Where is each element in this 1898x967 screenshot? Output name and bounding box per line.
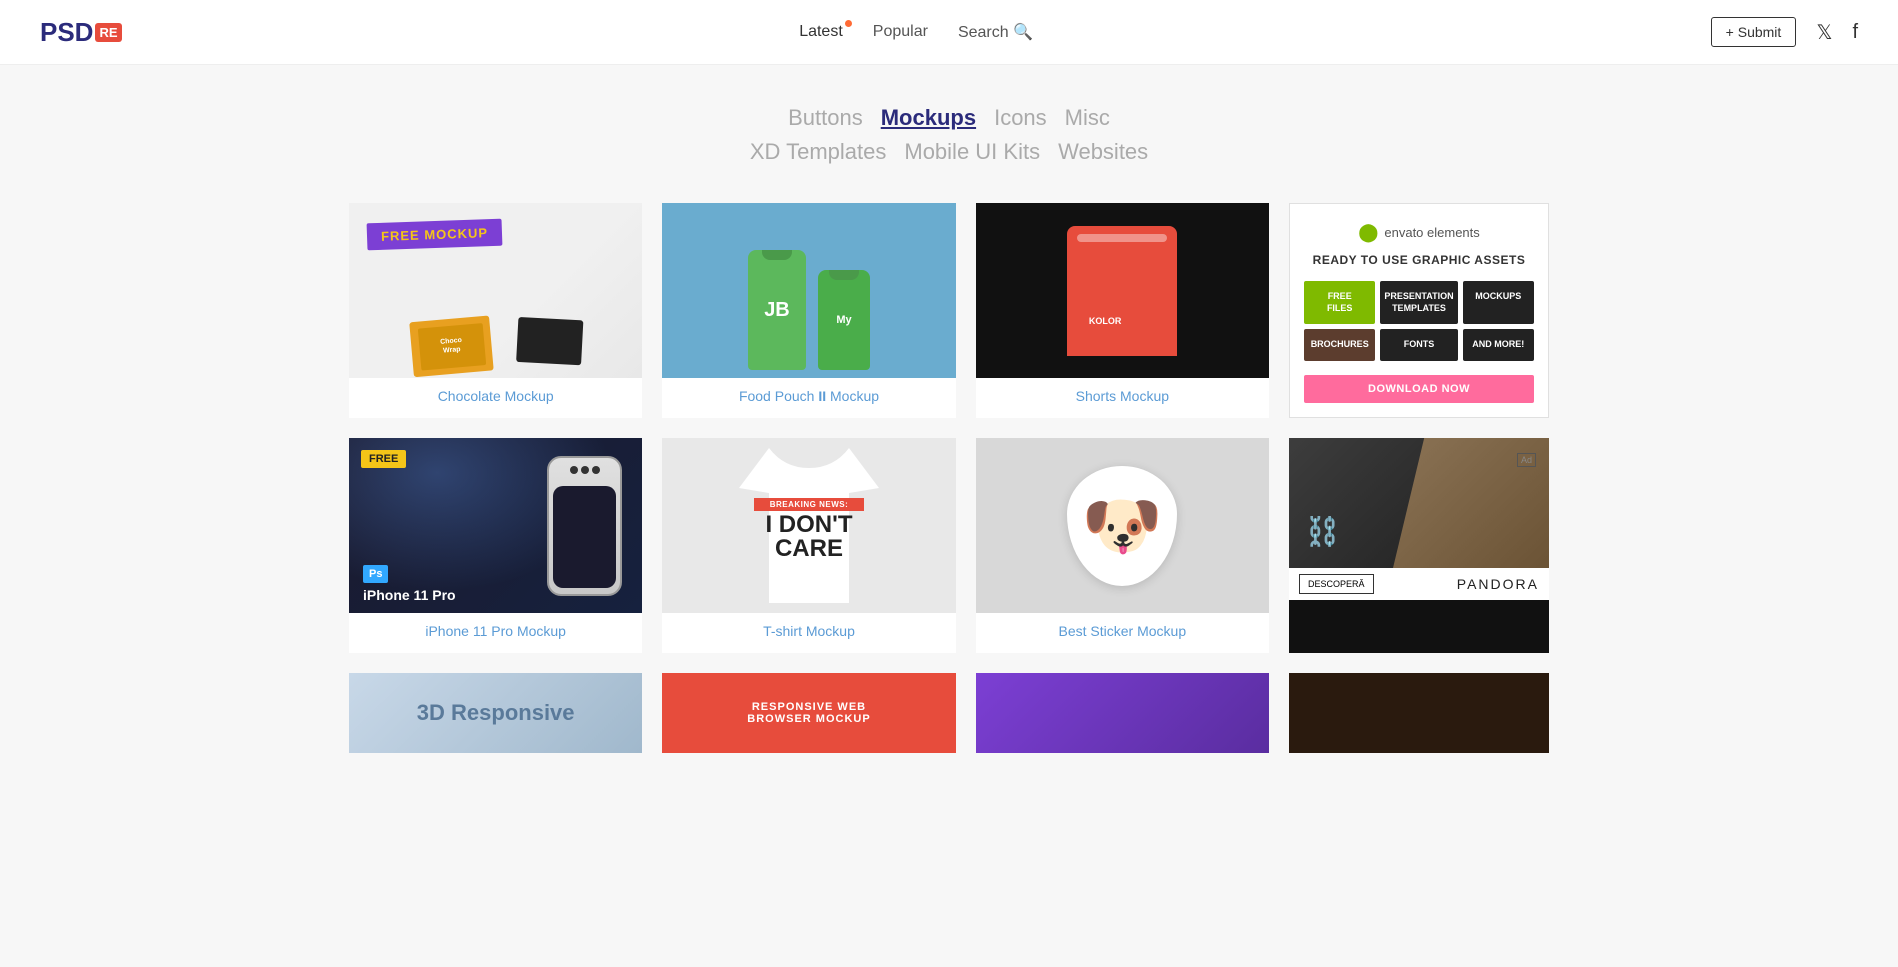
sticker-container: 🐶 xyxy=(1067,438,1177,613)
ad-cell-free: FREEFILES xyxy=(1304,281,1375,324)
card-shorts-label: Shorts Mockup xyxy=(976,378,1269,418)
category-row-1: Buttons Mockups Icons Misc xyxy=(20,105,1878,131)
card-chocolate-image: FREE MOCKUP ChocoWrap xyxy=(349,203,642,378)
grid-row-2: FREE Ps iPhone 11 Pro xyxy=(349,438,1549,653)
pandora-ad[interactable]: ⛓️ Ad DESCOPERĂ PANDORA xyxy=(1289,438,1549,653)
cam-dot-3 xyxy=(592,466,600,474)
cat-buttons[interactable]: Buttons xyxy=(788,105,863,131)
shorts-container: KOLOR BABEH xyxy=(1067,203,1177,378)
card-purple[interactable] xyxy=(976,673,1269,753)
cam-dot-1 xyxy=(570,466,578,474)
main-content: FREE MOCKUP ChocoWrap Chocolate Mockup xyxy=(309,203,1589,793)
card-browser-mockup[interactable]: RESPONSIVE WEB BROWSER MOCKUP xyxy=(662,673,955,753)
header-right: + Submit 𝕏 f xyxy=(1711,17,1858,47)
tshirt-container: BREAKING NEWS: I DON'T CARE xyxy=(734,438,884,613)
envato-dot: ⬤ xyxy=(1358,222,1378,243)
cam-dot-2 xyxy=(581,466,589,474)
card-3d-responsive[interactable]: 3D Responsive xyxy=(349,673,642,753)
header: PSD RE Latest Popular Search 🔍 + Submit … xyxy=(0,0,1898,65)
card-food-pouch[interactable]: JB My Food Pouch II Mockup xyxy=(662,203,955,418)
search-icon: 🔍 xyxy=(1013,24,1033,41)
iphone-screen xyxy=(553,486,616,588)
card-food-pouch-image: JB My xyxy=(662,203,955,378)
card-iphone-image: FREE Ps iPhone 11 Pro xyxy=(349,438,642,613)
nav-search[interactable]: Search 🔍 xyxy=(958,22,1033,42)
pouch-large: JB xyxy=(748,250,806,370)
card-food-pouch-label: Food Pouch II Mockup xyxy=(662,378,955,418)
cat-misc[interactable]: Misc xyxy=(1065,105,1110,131)
card-ad-partial[interactable] xyxy=(1289,673,1549,753)
pouch-small: My xyxy=(818,270,870,370)
logo-psd: PSD xyxy=(40,17,93,48)
grid-row-3: 3D Responsive RESPONSIVE WEB BROWSER MOC… xyxy=(349,673,1549,753)
pandora-bottom: DESCOPERĂ PANDORA xyxy=(1289,568,1549,600)
twitter-icon[interactable]: 𝕏 xyxy=(1816,20,1832,45)
descoper-button[interactable]: DESCOPERĂ xyxy=(1299,574,1374,594)
cat-mockups[interactable]: Mockups xyxy=(881,105,976,131)
card-tshirt-label: T-shirt Mockup xyxy=(662,613,955,653)
facebook-icon[interactable]: f xyxy=(1852,21,1858,44)
sticker-emoji: 🐶 xyxy=(1082,493,1163,558)
card-shorts[interactable]: KOLOR BABEH Shorts Mockup xyxy=(976,203,1269,418)
nav: Latest Popular Search 🔍 xyxy=(799,22,1033,42)
card-iphone[interactable]: FREE Ps iPhone 11 Pro xyxy=(349,438,642,653)
cat-icons[interactable]: Icons xyxy=(994,105,1047,131)
iphone-shape xyxy=(547,456,622,596)
breaking-news-tag: BREAKING NEWS: xyxy=(754,498,864,511)
nav-popular[interactable]: Popular xyxy=(873,23,928,41)
pandora-image: ⛓️ Ad xyxy=(1289,438,1549,568)
envato-logo: ⬤ envato elements xyxy=(1358,222,1480,243)
tshirt-wrapper: BREAKING NEWS: I DON'T CARE xyxy=(734,448,884,603)
card-iphone-label: iPhone 11 Pro Mockup xyxy=(349,613,642,653)
ad-cell-more: AND MORE! xyxy=(1463,329,1534,361)
shorts-brand: KOLOR BABEH xyxy=(1089,316,1156,326)
browser-mockup-text: RESPONSIVE WEB BROWSER MOCKUP xyxy=(747,701,870,725)
pouch-container: JB My xyxy=(748,203,870,378)
ad-cell-mockups: MOCKUPS xyxy=(1463,281,1534,324)
chocolate-bar-dark xyxy=(516,317,583,365)
submit-button[interactable]: + Submit xyxy=(1711,17,1797,47)
card-sticker[interactable]: 🐶 Best Sticker Mockup xyxy=(976,438,1269,653)
category-row-2: XD Templates Mobile UI Kits Websites xyxy=(20,139,1878,165)
shirt-text: I DON'T CARE xyxy=(754,513,864,561)
ad-cell-brochures: BROCHURES xyxy=(1304,329,1375,361)
cat-mobile[interactable]: Mobile UI Kits xyxy=(904,139,1040,165)
card-chocolate-label: Chocolate Mockup xyxy=(349,378,642,418)
cat-websites[interactable]: Websites xyxy=(1058,139,1148,165)
category-nav: Buttons Mockups Icons Misc XD Templates … xyxy=(0,65,1898,203)
ad-cell-fonts: FONTS xyxy=(1380,329,1457,361)
free-tag: FREE xyxy=(361,450,406,468)
card-chocolate[interactable]: FREE MOCKUP ChocoWrap Chocolate Mockup xyxy=(349,203,642,418)
envato-tagline: READY TO USE GRAPHIC ASSETS xyxy=(1313,253,1526,267)
card-tshirt-image: BREAKING NEWS: I DON'T CARE xyxy=(662,438,955,613)
iphone-camera xyxy=(570,466,600,474)
envato-download-button[interactable]: DOWNLOAD NOW xyxy=(1304,375,1534,403)
logo-re: RE xyxy=(95,23,121,42)
card-sticker-image: 🐶 xyxy=(976,438,1269,613)
card-tshirt[interactable]: BREAKING NEWS: I DON'T CARE T-shirt Mock… xyxy=(662,438,955,653)
iphone-title: iPhone 11 Pro xyxy=(363,587,456,603)
logo[interactable]: PSD RE xyxy=(40,17,122,48)
ad-cell-presentation: PRESENTATIONTEMPLATES xyxy=(1380,281,1457,324)
latest-dot xyxy=(845,20,852,27)
shorts-waist xyxy=(1077,234,1167,242)
pandora-logo: PANDORA xyxy=(1457,576,1539,592)
3d-responsive-text: 3D Responsive xyxy=(417,700,575,726)
card-shorts-image: KOLOR BABEH xyxy=(976,203,1269,378)
pandora-chain-icon: ⛓️ xyxy=(1305,515,1340,548)
card-sticker-label: Best Sticker Mockup xyxy=(976,613,1269,653)
shorts-shape: KOLOR BABEH xyxy=(1067,226,1177,356)
chocolate-bar-yellow: ChocoWrap xyxy=(409,315,493,377)
envato-grid: FREEFILES PRESENTATIONTEMPLATES MOCKUPS … xyxy=(1304,281,1534,361)
ad-corner-label: Ad xyxy=(1517,453,1536,467)
grid-row-1: FREE MOCKUP ChocoWrap Chocolate Mockup xyxy=(349,203,1549,418)
nav-latest[interactable]: Latest xyxy=(799,23,843,41)
cat-xd[interactable]: XD Templates xyxy=(750,139,887,165)
sticker-shape: 🐶 xyxy=(1067,466,1177,586)
envato-ad[interactable]: ⬤ envato elements READY TO USE GRAPHIC A… xyxy=(1289,203,1549,418)
ps-tag: Ps xyxy=(363,565,388,583)
free-mockup-badge: FREE MOCKUP xyxy=(367,219,503,251)
